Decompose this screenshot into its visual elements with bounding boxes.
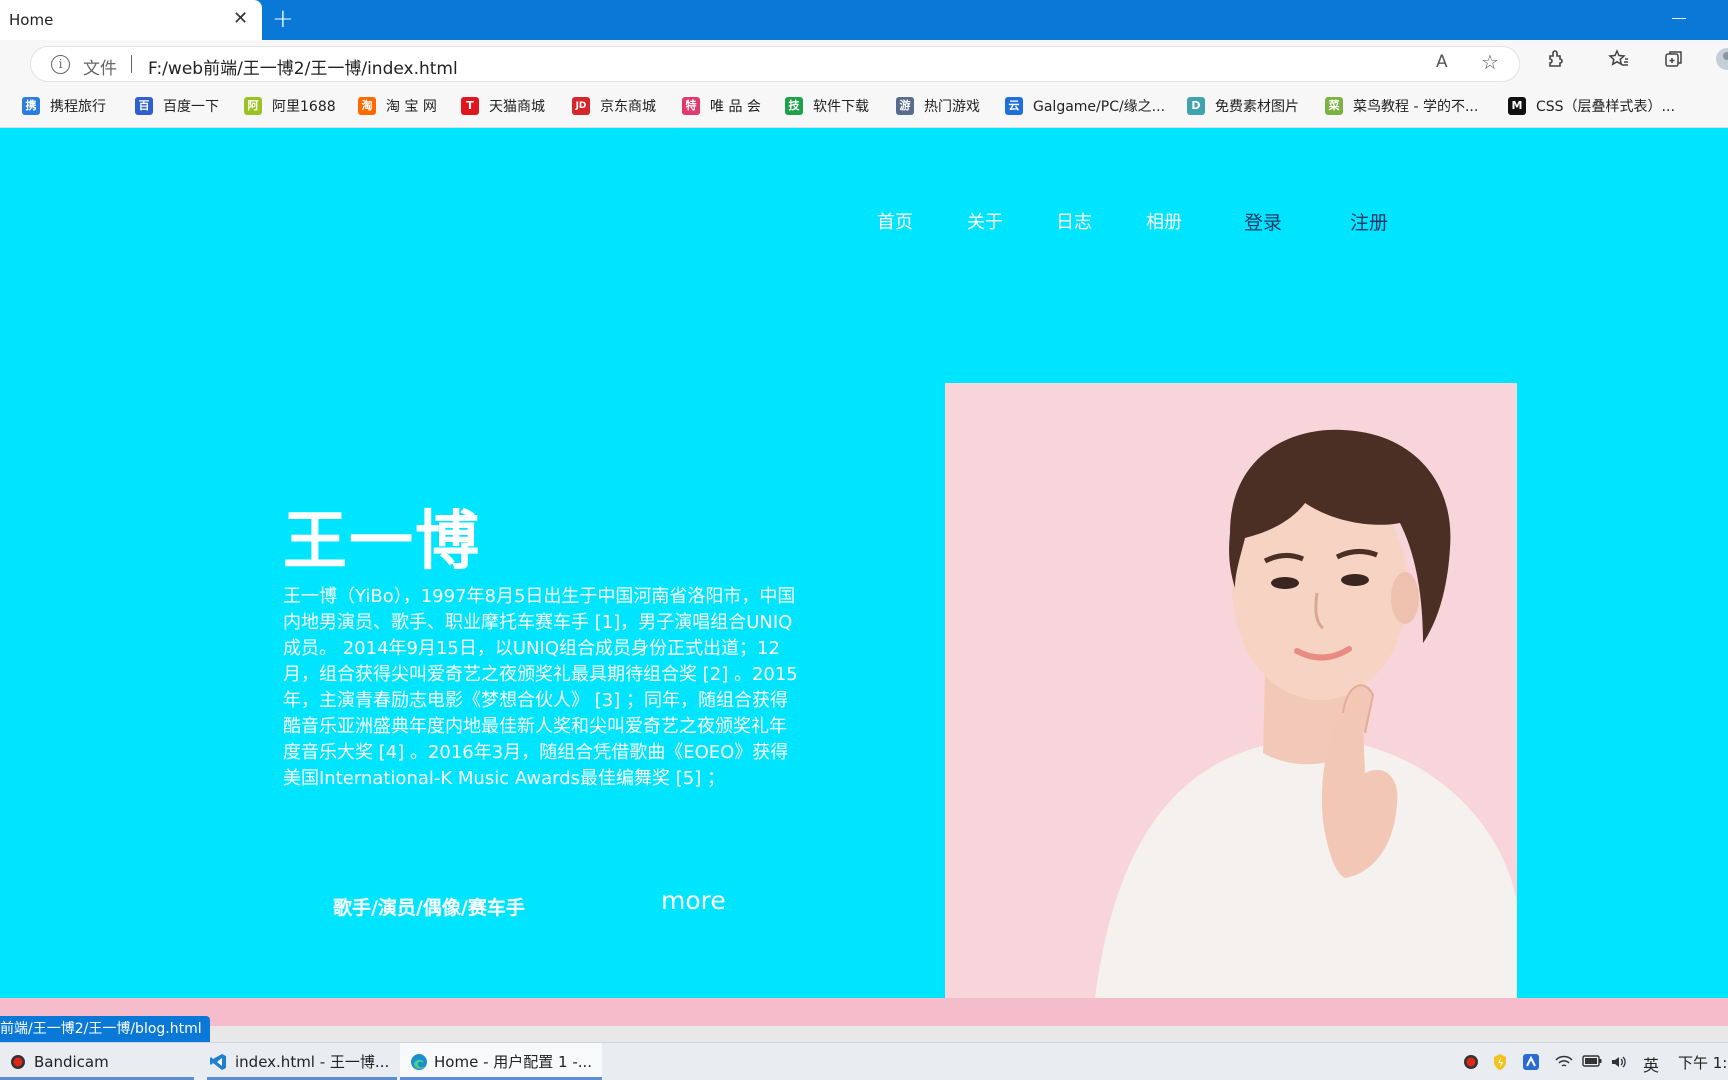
runoob-icon: 菜 [1325, 97, 1343, 115]
taskbar-app-bandicam[interactable]: Bandicam [0, 1043, 194, 1080]
browser-tab-home[interactable]: Home ✕ [0, 0, 262, 40]
cloud-icon: 云 [1005, 97, 1023, 115]
bookmark-label: 京东商城 [600, 99, 656, 115]
web-page: 首页 关于 日志 相册 登录 注册 王一博 王一博（YiBo），1997年8月5… [0, 128, 1728, 998]
taskbar-app-vscode[interactable]: index.html - 王一博... [207, 1043, 397, 1080]
bookmark-label: 软件下载 [813, 99, 869, 115]
browser-title-bar: Home ✕ + [0, 0, 1728, 40]
mdn-icon: M [1508, 97, 1526, 115]
info-icon[interactable]: i [51, 55, 70, 74]
nav-link-log[interactable]: 日志 [1056, 208, 1092, 234]
ctrip-icon: 携 [22, 97, 40, 115]
new-tab-icon[interactable]: + [272, 4, 294, 34]
bookmark-label: Galgame/PC/缘之... [1033, 99, 1166, 115]
bookmark-label: 阿里1688 [272, 99, 336, 115]
baidu-paw-icon: 百 [135, 97, 153, 115]
record-icon [11, 1054, 25, 1069]
bookmark-1688[interactable]: 阿阿里1688 [244, 96, 336, 116]
portrait-illustration [1095, 429, 1517, 998]
bookmark-baidu[interactable]: 百百度一下 [135, 96, 219, 116]
hero-biography: 王一博（YiBo），1997年8月5日出生于中国河南省洛阳市，中国内地男演员、歌… [283, 586, 798, 789]
bookmark-taobao[interactable]: 淘淘 宝 网 [358, 96, 437, 116]
taskbar-app-edge[interactable]: Home - 用户配置 1 -... [400, 1043, 602, 1080]
bookmark-label: 淘 宝 网 [386, 99, 437, 115]
leaf-icon: 阿 [244, 97, 262, 115]
address-bar[interactable]: i 文件 F:/web前端/王一博2/王一博/index.html A ☆ [30, 46, 1520, 82]
bookmark-free-images[interactable]: D 免费素材图片 [1187, 96, 1299, 116]
bookmark-label: 菜鸟教程 - 学的不... [1353, 99, 1479, 115]
volume-icon[interactable] [1610, 1054, 1628, 1070]
taskbar-label: index.html - 王一博... [235, 1053, 390, 1071]
address-bar-row: i 文件 F:/web前端/王一博2/王一博/index.html A ☆ [0, 40, 1728, 86]
bookmark-vip[interactable]: 特唯 品 会 [682, 96, 761, 116]
software-icon: 技 [785, 97, 803, 115]
tab-title: Home [9, 11, 54, 29]
nav-link-album[interactable]: 相册 [1146, 208, 1182, 234]
game-icon: 游 [896, 97, 914, 115]
bookmark-label: 天猫商城 [489, 99, 545, 115]
status-bar-link-preview: 前端/王一博2/王一博/blog.html [0, 1016, 210, 1042]
bookmark-label: CSS（层叠样式表）... [1536, 99, 1675, 115]
portrait-photo [945, 383, 1517, 998]
edge-icon [411, 1053, 427, 1070]
wifi-icon[interactable] [1555, 1054, 1573, 1070]
bottom-pink-strip [0, 998, 1728, 1026]
bookmark-software[interactable]: 技软件下载 [785, 96, 869, 116]
nav-link-about[interactable]: 关于 [967, 208, 1003, 234]
tmall-icon: T [461, 97, 479, 115]
add-favorite-icon[interactable]: ☆ [1481, 50, 1499, 74]
nav-link-register[interactable]: 注册 [1350, 208, 1388, 235]
nav-link-login[interactable]: 登录 [1244, 208, 1282, 235]
input-method-indicator[interactable]: 英 [1643, 1052, 1659, 1076]
bookmark-css-mdn[interactable]: M CSS（层叠样式表）... [1508, 96, 1675, 116]
url-text[interactable]: F:/web前端/王一博2/王一博/index.html [148, 54, 458, 79]
taskbar-label: Bandicam [34, 1052, 109, 1071]
bandicam-tray-icon[interactable] [1463, 1054, 1479, 1070]
favorites-icon[interactable] [1608, 48, 1630, 70]
bookmark-tmall[interactable]: T 天猫商城 [461, 96, 545, 116]
address-separator [131, 55, 132, 73]
bookmark-label: 百度一下 [163, 99, 219, 115]
read-aloud-icon[interactable]: A [1436, 52, 1448, 72]
bookmarks-bar: 携携程旅行 百百度一下 阿阿里1688 淘淘 宝 网 T 天猫商城 JD 京东商城 … [0, 86, 1728, 128]
more-link[interactable]: more [661, 886, 726, 915]
bookmark-jd[interactable]: JD 京东商城 [572, 96, 656, 116]
image-icon: D [1187, 97, 1205, 115]
nav-link-home[interactable]: 首页 [877, 208, 913, 234]
jd-icon: JD [572, 97, 590, 115]
file-protocol-label: 文件 [83, 59, 117, 79]
taskbar-label: Home - 用户配置 1 -... [434, 1053, 593, 1071]
system-clock[interactable]: 下午 1: [1678, 1052, 1727, 1073]
vip-icon: 特 [682, 97, 700, 115]
app-tray-icon[interactable] [1522, 1053, 1540, 1071]
bookmark-label: 热门游戏 [924, 99, 980, 115]
battery-icon[interactable] [1582, 1055, 1602, 1067]
windows-taskbar: Bandicam index.html - 王一博... Home - 用户配置… [0, 1042, 1728, 1080]
taobao-icon: 淘 [358, 97, 376, 115]
close-tab-icon[interactable]: ✕ [233, 8, 248, 29]
bookmark-label: 唯 品 会 [710, 99, 761, 115]
profile-avatar-icon[interactable] [1715, 47, 1728, 71]
extensions-icon[interactable] [1545, 48, 1567, 70]
hero-name-heading: 王一博 [283, 505, 481, 579]
bookmark-runoob[interactable]: 菜菜鸟教程 - 学的不... [1325, 96, 1478, 116]
bookmark-ctrip[interactable]: 携携程旅行 [22, 96, 106, 116]
hero-role-tag: 歌手/演员/偶像/赛车手 [333, 897, 525, 919]
collections-icon[interactable] [1663, 48, 1685, 70]
security-shield-icon[interactable] [1492, 1053, 1508, 1071]
bookmark-label: 免费素材图片 [1215, 99, 1299, 115]
bookmark-galgame[interactable]: 云 Galgame/PC/缘之... [1005, 96, 1165, 116]
bookmark-label: 携程旅行 [50, 99, 106, 115]
vscode-icon [210, 1053, 226, 1070]
minimize-window-icon[interactable] [1672, 18, 1686, 19]
bookmark-games[interactable]: 游热门游戏 [896, 96, 980, 116]
